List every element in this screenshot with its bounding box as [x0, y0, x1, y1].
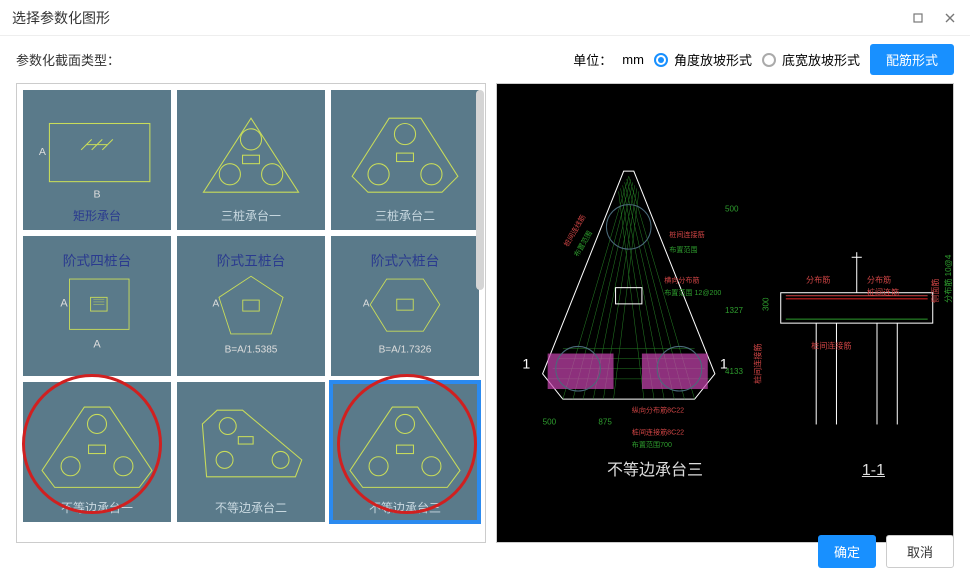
thumb-label: 三桩承台一	[177, 207, 325, 224]
svg-text:B=A/1.5385: B=A/1.5385	[225, 344, 278, 355]
svg-text:A: A	[93, 338, 101, 350]
section-type-label: 参数化截面类型：	[16, 50, 120, 69]
thumb-step-5[interactable]: 阶式五桩台 A B=A/1.5385	[177, 236, 325, 376]
thumb-uneq-3[interactable]: 不等边承台三	[331, 382, 479, 522]
svg-text:500: 500	[543, 417, 557, 426]
thumb-rect-cap[interactable]: B A 矩形承台	[23, 90, 171, 230]
thumb-step-6[interactable]: 阶式六桩台 A B=A/1.7326	[331, 236, 479, 376]
thumb-uneq-2[interactable]: 不等边承台二	[177, 382, 325, 522]
thumb-step-4[interactable]: 阶式四桩台 A A	[23, 236, 171, 376]
radio-icon	[654, 53, 668, 67]
svg-text:阶式五桩台: 阶式五桩台	[217, 252, 286, 268]
svg-text:A: A	[213, 298, 220, 309]
window-title: 选择参数化图形	[12, 8, 110, 28]
svg-text:A: A	[60, 297, 68, 309]
svg-text:布置范围 12@200: 布置范围 12@200	[664, 288, 721, 297]
svg-text:桩间连接筋: 桩间连接筋	[811, 340, 851, 350]
svg-text:布置范围700: 布置范围700	[632, 440, 672, 449]
gallery-scroll[interactable]: B A 矩形承台 三桩承台一	[16, 83, 486, 543]
svg-text:B: B	[93, 188, 100, 200]
svg-text:阶式六桩台: 阶式六桩台	[371, 252, 440, 268]
unit-label: 单位：	[573, 50, 612, 69]
radio-icon	[762, 53, 776, 67]
svg-text:B=A/1.7326: B=A/1.7326	[379, 344, 432, 355]
svg-text:桩间连筋: 桩间连筋	[867, 287, 899, 297]
mode-radio-2[interactable]: 底宽放坡形式	[762, 50, 860, 69]
preview-sub-label: 1-1	[862, 462, 885, 480]
thumb-tri-cap-1[interactable]: 三桩承台一	[177, 90, 325, 230]
svg-text:A: A	[363, 298, 370, 309]
svg-text:A: A	[39, 146, 47, 158]
svg-text:300: 300	[762, 297, 771, 311]
thumb-label: 矩形承台	[23, 207, 171, 224]
rebar-button[interactable]: 配筋形式	[870, 44, 954, 75]
svg-text:横向分布筋: 横向分布筋	[664, 276, 699, 285]
svg-text:500: 500	[725, 205, 739, 214]
svg-text:1: 1	[522, 357, 530, 373]
thumb-label: 三桩承台二	[331, 207, 479, 224]
ok-button[interactable]: 确定	[818, 535, 876, 568]
svg-text:桩间连接筋: 桩间连接筋	[752, 343, 762, 383]
svg-text:分布筋 10@4: 分布筋 10@4	[943, 254, 953, 303]
cancel-button[interactable]: 取消	[886, 535, 954, 568]
radio-label-2: 底宽放坡形式	[782, 50, 860, 69]
radio-label-1: 角度放坡形式	[674, 50, 752, 69]
svg-text:布置范围: 布置范围	[669, 245, 697, 254]
window-controls	[910, 10, 958, 26]
svg-text:侧面筋: 侧面筋	[930, 279, 940, 303]
thumb-label: 不等边承台一	[23, 499, 171, 516]
preview-main-label: 不等边承台三	[607, 456, 703, 480]
unit-value: mm	[622, 52, 644, 67]
mode-radio-1[interactable]: 角度放坡形式	[654, 50, 752, 69]
thumb-uneq-1[interactable]: 不等边承台一	[23, 382, 171, 522]
preview-panel: 500 875 4133 1327 500 桩间连线筋 布置范围 桩间连接筋 布…	[496, 83, 954, 543]
svg-text:分布筋: 分布筋	[867, 275, 891, 285]
thumb-tri-cap-2[interactable]: 三桩承台二	[331, 90, 479, 230]
close-button[interactable]	[942, 10, 958, 26]
thumb-label: 不等边承台三	[331, 499, 479, 516]
svg-text:1: 1	[720, 357, 728, 373]
svg-text:桩间连接筋: 桩间连接筋	[669, 230, 704, 239]
svg-text:1327: 1327	[725, 306, 744, 315]
svg-text:纵向分布筋8C22: 纵向分布筋8C22	[632, 405, 684, 414]
svg-text:桩间连接筋8C22: 桩间连接筋8C22	[632, 428, 684, 437]
svg-text:875: 875	[598, 417, 612, 426]
minimize-button[interactable]	[910, 10, 926, 26]
svg-text:分布筋: 分布筋	[806, 275, 830, 285]
scrollbar[interactable]	[476, 90, 484, 290]
thumb-label: 不等边承台二	[177, 499, 325, 516]
svg-text:阶式四桩台: 阶式四桩台	[63, 252, 132, 268]
